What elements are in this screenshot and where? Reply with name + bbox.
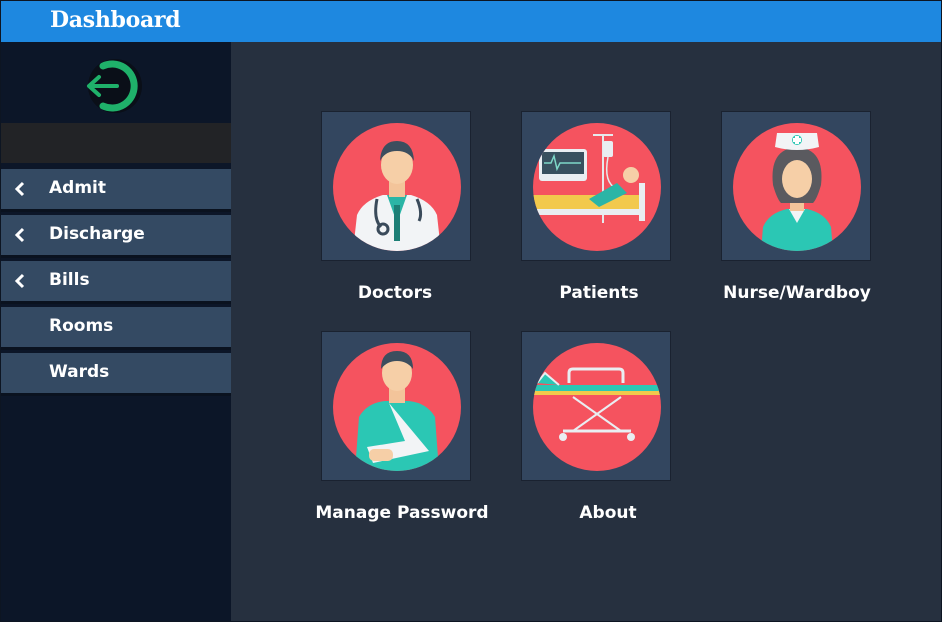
sidebar-item-label: Wards	[49, 362, 110, 382]
sidebar-item-label: Bills	[49, 270, 90, 290]
sidebar-item-admit[interactable]: Admit	[1, 169, 231, 212]
chevron-left-icon	[14, 227, 25, 243]
logout-button[interactable]	[79, 56, 145, 116]
title-bar: Dashboard	[1, 1, 941, 42]
doctor-icon	[333, 123, 461, 251]
sidebar-item-label: Discharge	[49, 224, 145, 244]
manage-password-tile[interactable]	[321, 331, 471, 481]
patient-bed-icon	[533, 123, 661, 251]
doctors-tile[interactable]	[321, 111, 471, 261]
about-label[interactable]: About	[498, 503, 718, 523]
sidebar-item-label: Admit	[49, 178, 106, 198]
page-title: Dashboard	[50, 7, 181, 33]
sidebar-item-discharge[interactable]: Discharge	[1, 215, 231, 258]
patients-label[interactable]: Patients	[489, 283, 709, 303]
sidebar-item-rooms[interactable]: Rooms	[1, 307, 231, 350]
about-tile[interactable]	[521, 331, 671, 481]
sidebar-search-strip[interactable]	[1, 123, 231, 163]
sidebar-item-wards[interactable]: Wards	[1, 353, 231, 396]
logout-icon	[87, 59, 142, 113]
nurse-wardboy-tile[interactable]	[721, 111, 871, 261]
manage-password-label[interactable]: Manage Password	[292, 503, 512, 523]
sidebar: Admit Discharge Bills Rooms Wards	[1, 42, 231, 621]
nurse-wardboy-label[interactable]: Nurse/Wardboy	[687, 283, 907, 303]
injured-person-icon	[333, 343, 461, 471]
doctors-label[interactable]: Doctors	[285, 283, 505, 303]
sidebar-item-bills[interactable]: Bills	[1, 261, 231, 304]
chevron-left-icon	[14, 181, 25, 197]
stretcher-icon	[533, 343, 661, 471]
nurse-icon	[733, 123, 861, 251]
patients-tile[interactable]	[521, 111, 671, 261]
main-panel: Doctors Patients Nurse/Wardboy Manage Pa…	[231, 42, 941, 621]
sidebar-item-label: Rooms	[49, 316, 114, 336]
chevron-left-icon	[14, 273, 25, 289]
